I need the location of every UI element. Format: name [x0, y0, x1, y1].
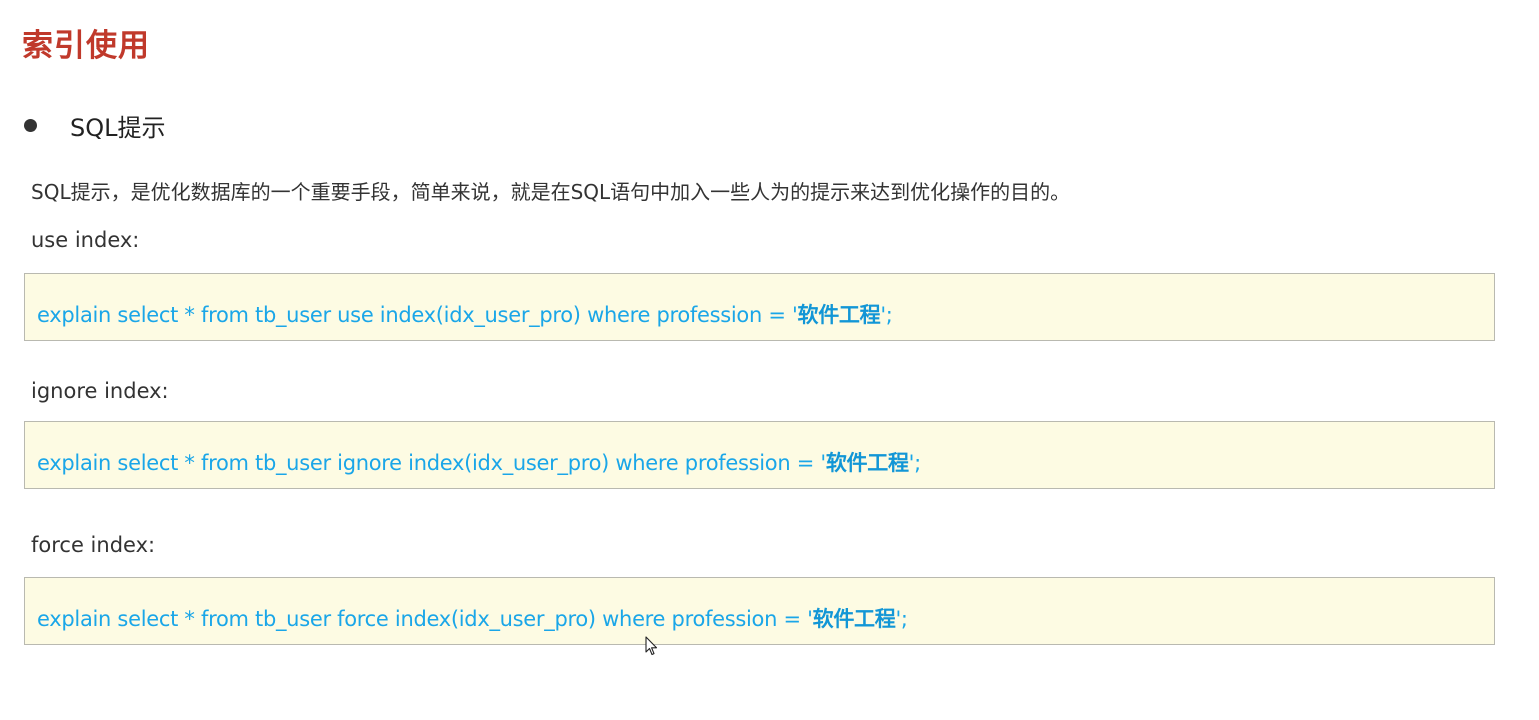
code-prefix: explain select * from tb_user use index(…	[37, 303, 798, 327]
code-suffix: ';	[895, 607, 908, 631]
code-literal: 软件工程	[812, 607, 896, 631]
code-block-ignore-index: explain select * from tb_user ignore ind…	[24, 421, 1495, 489]
bullet-dot-icon	[24, 119, 37, 132]
code-prefix: explain select * from tb_user ignore ind…	[37, 451, 826, 475]
code-line: explain select * from tb_user ignore ind…	[37, 447, 921, 477]
code-suffix: ';	[908, 451, 922, 475]
code-block-force-index: explain select * from tb_user force inde…	[24, 577, 1495, 645]
bullet-item-sql-hint: SQL提示	[24, 108, 166, 143]
label-force-index: force index:	[31, 533, 156, 557]
code-suffix: ';	[880, 303, 893, 327]
code-literal: 软件工程	[825, 451, 909, 475]
code-literal: 软件工程	[797, 303, 881, 327]
code-block-use-index: explain select * from tb_user use index(…	[24, 273, 1495, 341]
bullet-text: SQL提示	[70, 114, 166, 142]
slide-page: 索引使用 SQL提示 SQL提示，是优化数据库的一个重要手段，简单来说，就是在S…	[0, 0, 1539, 720]
label-use-index: use index:	[31, 228, 140, 252]
code-line: explain select * from tb_user force inde…	[37, 603, 908, 633]
label-ignore-index: ignore index:	[31, 379, 169, 403]
mouse-pointer-icon	[645, 636, 658, 656]
page-title: 索引使用	[22, 28, 150, 64]
code-line: explain select * from tb_user use index(…	[37, 299, 893, 329]
code-prefix: explain select * from tb_user force inde…	[37, 607, 813, 631]
description-text: SQL提示，是优化数据库的一个重要手段，简单来说，就是在SQL语句中加入一些人为…	[31, 180, 1071, 204]
